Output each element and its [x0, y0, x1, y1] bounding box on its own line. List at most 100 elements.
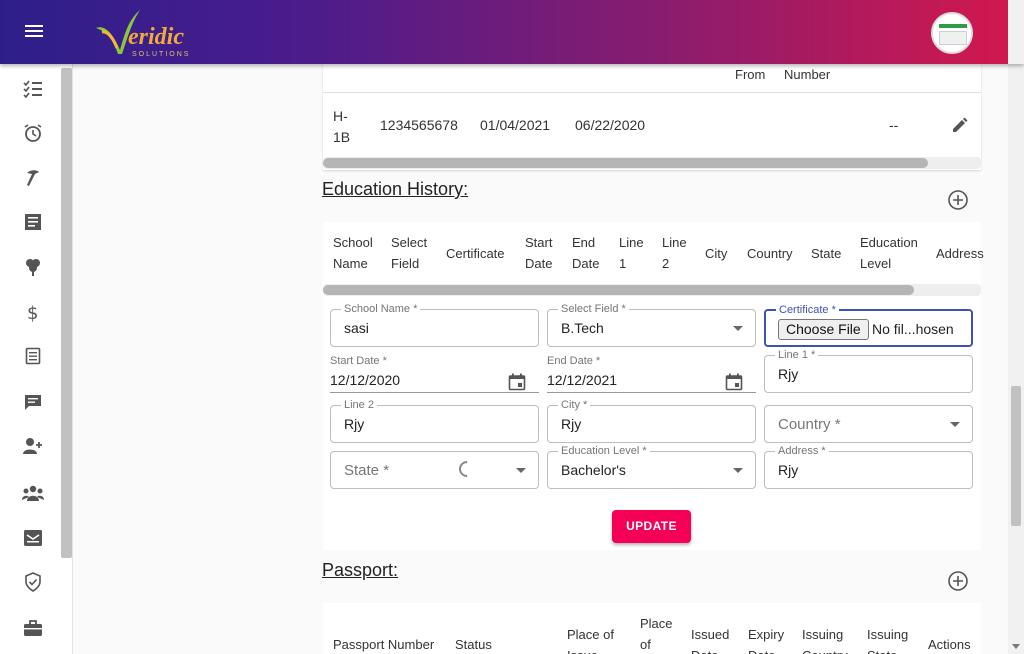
- header-issuing-state: Issuing State: [867, 627, 909, 654]
- visa-header-from: From: [735, 67, 766, 82]
- user-avatar[interactable]: [931, 12, 973, 54]
- end-date-label: End Date *: [547, 355, 601, 367]
- loading-spinner-icon: [455, 457, 479, 481]
- header-issuing-country: Issuing Country: [802, 627, 848, 654]
- header-passport-number: Passport Number: [333, 637, 435, 652]
- svg-text:eridic: eridic: [128, 24, 184, 50]
- veridic-logo[interactable]: eridic SOLUTIONS: [92, 6, 212, 60]
- checklist-icon[interactable]: [21, 77, 45, 101]
- visa-type-cell: H-1B: [333, 108, 351, 145]
- visa-number-cell: 1234565678: [380, 117, 458, 133]
- address-value: Rjy: [778, 462, 799, 478]
- calendar-icon[interactable]: [725, 373, 743, 391]
- calendar-icon[interactable]: [508, 373, 526, 391]
- header-expiry-date: Expiry Date: [748, 627, 785, 654]
- city-value: Rjy: [561, 416, 582, 432]
- visa-end-cell: 06/22/2020: [575, 117, 646, 133]
- briefcase-icon[interactable]: [21, 616, 45, 640]
- select-field-value: B.Tech: [561, 320, 604, 336]
- scroll-down-arrow-icon[interactable]: [1012, 644, 1020, 649]
- dollar-icon[interactable]: $: [21, 300, 45, 324]
- shield-check-icon[interactable]: [21, 570, 45, 594]
- scrollbar-top-segment: [1008, 0, 1024, 64]
- header-line1: Line 1: [619, 235, 644, 271]
- start-date-field[interactable]: Start Date * 12/12/2020: [330, 355, 539, 393]
- city-field[interactable]: City * Rjy: [547, 398, 756, 443]
- address-label: Address *: [775, 444, 829, 458]
- header-status: Status: [455, 637, 492, 652]
- alarm-icon[interactable]: [21, 121, 45, 145]
- choose-file-button[interactable]: Choose File: [778, 319, 869, 340]
- visa-empty-cell: --: [889, 117, 899, 133]
- line2-field[interactable]: Line 2 Rjy: [330, 398, 539, 443]
- visa-header-number: Number: [784, 67, 831, 82]
- article-icon[interactable]: [21, 210, 45, 234]
- select-field-label: Select Field *: [558, 302, 629, 316]
- line1-label: Line 1 *: [775, 348, 819, 362]
- dropdown-arrow-icon: [733, 326, 743, 331]
- end-date-field[interactable]: End Date * 12/12/2021: [547, 355, 756, 393]
- header-country: Country: [747, 246, 793, 261]
- chat-icon[interactable]: [21, 390, 45, 414]
- mail-inbox-icon[interactable]: [21, 526, 45, 550]
- education-history-title: Education History:: [322, 179, 469, 199]
- visa-table-scrollbar[interactable]: [323, 158, 928, 168]
- passport-table-card: Passport Number Status Place of Issue Pl…: [323, 603, 981, 654]
- tools-icon[interactable]: [21, 166, 45, 190]
- sidebar-scrollbar-thumb[interactable]: [61, 68, 72, 558]
- header-issued-date: Issued Date: [691, 627, 730, 654]
- header-state: State: [811, 246, 842, 261]
- header-place-of-issue: Place of Issue: [567, 627, 614, 654]
- education-level-value: Bachelor's: [561, 462, 626, 478]
- dropdown-arrow-icon: [950, 422, 960, 427]
- file-status-text: No fil...hosen: [872, 321, 954, 337]
- education-level-dropdown[interactable]: Education Level * Bachelor's: [547, 444, 756, 489]
- header-address: Address: [936, 246, 984, 261]
- dropdown-arrow-icon: [733, 468, 743, 473]
- svg-text:SOLUTIONS: SOLUTIONS: [132, 51, 190, 58]
- person-add-icon[interactable]: [21, 434, 45, 458]
- city-label: City *: [558, 398, 591, 412]
- document-icon[interactable]: [21, 344, 45, 368]
- top-app-bar: eridic SOLUTIONS: [0, 0, 1024, 64]
- start-date-value: 12/12/2020: [330, 372, 401, 388]
- start-date-label: Start Date *: [330, 355, 387, 367]
- header-place-of: Place of: [640, 616, 673, 652]
- certificate-label: Certificate *: [776, 303, 839, 317]
- education-table-scrollbar[interactable]: [323, 285, 914, 295]
- header-actions: Actions: [928, 637, 971, 652]
- school-name-value: sasi: [344, 320, 369, 336]
- update-button[interactable]: UPDATE: [612, 510, 691, 543]
- school-name-label: School Name *: [341, 302, 421, 316]
- add-education-icon[interactable]: [947, 189, 969, 211]
- tree-icon[interactable]: [21, 255, 45, 279]
- dropdown-arrow-icon: [516, 468, 526, 473]
- line2-value: Rjy: [344, 416, 365, 432]
- line2-label: Line 2: [341, 398, 377, 412]
- add-passport-icon[interactable]: [947, 570, 969, 592]
- group-icon[interactable]: [21, 481, 45, 505]
- header-end-date: End Date: [572, 235, 600, 271]
- header-education-level: Education Level: [860, 235, 918, 271]
- header-school-name: School Name: [333, 235, 373, 271]
- end-date-value: 12/12/2021: [547, 372, 618, 388]
- page-scrollbar-thumb[interactable]: [1011, 386, 1021, 526]
- header-select-field: Select Field: [391, 235, 428, 271]
- country-placeholder: Country *: [778, 416, 841, 433]
- edit-pencil-icon[interactable]: [951, 116, 969, 134]
- line1-value: Rjy: [778, 366, 799, 382]
- address-field[interactable]: Address * Rjy: [764, 444, 973, 489]
- sidebar: $: [0, 64, 73, 654]
- certificate-file-field[interactable]: Certificate * Choose File No fil...hosen: [764, 303, 973, 347]
- passport-title: Passport:: [322, 560, 399, 580]
- header-city: City: [705, 246, 728, 261]
- state-dropdown[interactable]: State *: [330, 451, 539, 489]
- line1-field[interactable]: Line 1 * Rjy: [764, 348, 973, 393]
- school-name-field[interactable]: School Name * sasi: [330, 302, 539, 347]
- hamburger-menu-icon[interactable]: [22, 22, 46, 42]
- header-certificate: Certificate: [446, 246, 505, 261]
- header-line2: Line 2: [662, 235, 687, 271]
- select-field-dropdown[interactable]: Select Field * B.Tech: [547, 302, 756, 347]
- visa-table-card: From Number H-1B 1234565678 01/04/2021 0…: [323, 64, 981, 170]
- country-dropdown[interactable]: Country *: [764, 405, 973, 443]
